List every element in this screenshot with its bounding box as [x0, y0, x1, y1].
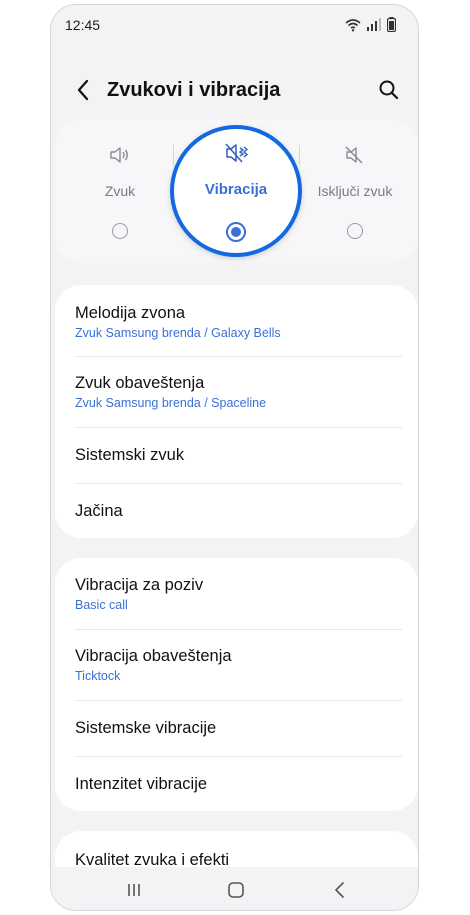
nav-back-icon[interactable]: [327, 877, 353, 903]
list-item-subtitle: Ticktock: [75, 669, 121, 683]
list-item-call-vibration[interactable]: Vibracija za poziv Basic call: [55, 558, 418, 630]
home-icon[interactable]: [223, 877, 249, 903]
list-item-subtitle: Zvuk Samsung brenda / Galaxy Bells: [75, 326, 281, 340]
sound-mode-mute[interactable]: Isključi zvuk: [295, 119, 415, 263]
status-bar: 12:45: [51, 5, 418, 45]
list-item-title: Melodija zvona: [75, 304, 186, 322]
mute-icon: [345, 146, 363, 164]
list-item-notification-sound[interactable]: Zvuk obaveštenja Zvuk Samsung brenda / S…: [55, 357, 418, 428]
battery-icon: [387, 17, 396, 32]
back-arrow-icon[interactable]: [69, 75, 99, 105]
wifi-icon: [345, 18, 361, 31]
list-item-title: Vibracija obaveštenja: [75, 647, 232, 665]
vibrate-mode-label: Vibracija: [204, 181, 268, 198]
status-icons: [345, 17, 396, 32]
list-item-subtitle: Zvuk Samsung brenda / Spaceline: [75, 396, 267, 410]
speaker-icon: [110, 147, 128, 163]
page-title: Zvukovi i vibracija: [107, 79, 281, 101]
mute-mode-label: Isključi zvuk: [317, 183, 393, 199]
sound-mode-vibrate[interactable]: Vibracija: [170, 125, 302, 257]
status-time: 12:45: [65, 17, 101, 33]
sound-mode-label: Zvuk: [104, 183, 136, 199]
list-item-system-sound[interactable]: Sistemski zvuk: [55, 428, 418, 484]
list-item-vibration-intensity[interactable]: Intenzitet vibracije: [55, 757, 418, 811]
navigation-bar: [51, 867, 418, 910]
list-item-system-vibration[interactable]: Sistemske vibracije: [55, 701, 418, 757]
vibrate-icon: [225, 143, 249, 163]
vibrate-radio[interactable]: [226, 222, 246, 242]
list-item-title: Zvuk obaveštenja: [75, 374, 205, 392]
sound-mode-sound[interactable]: Zvuk: [60, 119, 180, 263]
phone-screen: 12:45 Zvukovi i vibracija Zvuk Isključi …: [50, 4, 419, 911]
divider: [173, 145, 174, 165]
recents-icon[interactable]: [121, 877, 147, 903]
sound-radio[interactable]: [112, 223, 128, 239]
list-item-subtitle: Basic call: [75, 598, 128, 612]
list-item-title: Intenzitet vibracije: [75, 775, 208, 793]
list-item-volume[interactable]: Jačina: [55, 484, 418, 538]
list-item-title: Sistemski zvuk: [75, 446, 185, 464]
vibration-settings-card: Vibracija za poziv Basic call Vibracija …: [55, 558, 418, 811]
sound-settings-card: Melodija zvona Zvuk Samsung brenda / Gal…: [55, 285, 418, 538]
list-item-title: Vibracija za poziv: [75, 576, 204, 594]
list-item-title: Jačina: [75, 502, 123, 520]
list-item-notification-vibration[interactable]: Vibracija obaveštenja Ticktock: [55, 630, 418, 701]
search-icon[interactable]: [374, 75, 404, 105]
list-item-title: Sistemske vibracije: [75, 719, 217, 737]
list-item-ringtone[interactable]: Melodija zvona Zvuk Samsung brenda / Gal…: [55, 285, 418, 357]
mute-radio[interactable]: [347, 223, 363, 239]
app-bar: Zvukovi i vibracija: [51, 67, 418, 115]
signal-icon: [367, 18, 381, 31]
